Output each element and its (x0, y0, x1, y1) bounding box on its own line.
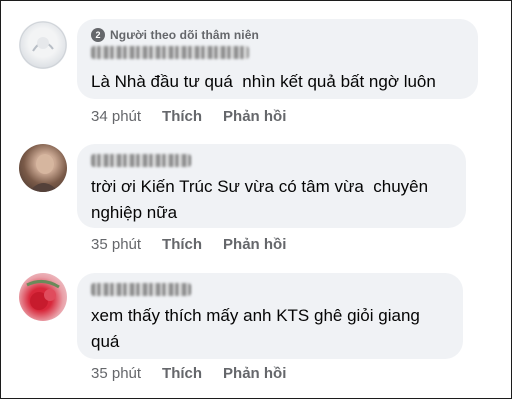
avatar[interactable] (19, 144, 67, 192)
reply-button[interactable]: Phản hồi (223, 108, 286, 125)
like-button[interactable]: Thích (162, 236, 202, 253)
blurred-author-name[interactable] (91, 154, 191, 167)
reply-button[interactable]: Phản hồi (223, 236, 286, 253)
avatar-image (26, 280, 60, 310)
comment-time[interactable]: 34 phút (91, 108, 141, 125)
comments-panel: 2 Người theo dõi thâm niên Là Nhà đầu tư… (0, 0, 512, 399)
avatar[interactable] (19, 21, 67, 69)
blurred-author-name[interactable] (91, 46, 249, 59)
comment-actions: 35 phút Thích Phản hồi (91, 365, 286, 382)
avatar[interactable] (19, 273, 67, 321)
comment-text: trời ơi Kiến Trúc Sư vừa có tâm vừa chuy… (91, 177, 429, 222)
badge-number-icon: 2 (91, 28, 105, 42)
comment-time[interactable]: 35 phút (91, 365, 141, 382)
avatar-image (29, 154, 59, 192)
reply-button[interactable]: Phản hồi (223, 365, 286, 382)
comment-text: xem thấy thích mấy anh KTS ghê giỏi gian… (91, 306, 420, 351)
like-button[interactable]: Thích (162, 108, 202, 125)
comment-bubble: xem thấy thích mấy anh KTS ghê giỏi gian… (77, 273, 463, 359)
comment-bubble: 2 Người theo dõi thâm niên Là Nhà đầu tư… (77, 19, 478, 99)
comment-time[interactable]: 35 phút (91, 236, 141, 253)
avatar-image (19, 21, 67, 69)
top-fan-badge[interactable]: 2 Người theo dõi thâm niên (91, 28, 259, 42)
comment-actions: 35 phút Thích Phản hồi (91, 236, 286, 253)
comment-bubble: trời ơi Kiến Trúc Sư vừa có tâm vừa chuy… (77, 144, 466, 228)
comment-text: Là Nhà đầu tư quá nhìn kết quả bất ngờ l… (91, 72, 436, 91)
comment-actions: 34 phút Thích Phản hồi (91, 108, 286, 125)
blurred-author-name[interactable] (91, 283, 191, 296)
badge-label: Người theo dõi thâm niên (110, 28, 259, 42)
like-button[interactable]: Thích (162, 365, 202, 382)
